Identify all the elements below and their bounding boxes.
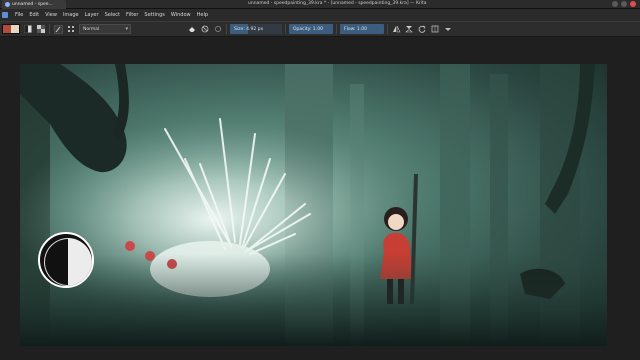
mirror-vertical-icon[interactable] [404, 24, 414, 34]
brush-size-slider[interactable]: Size: 4.92 px [230, 24, 282, 34]
menu-image[interactable]: Image [60, 12, 82, 18]
title-bar: unnamed - spee... unnamed - speedpaintin… [0, 0, 640, 9]
menu-help[interactable]: Help [194, 12, 211, 18]
tool-options-bar: Normal Size: 4.92 px Opacity: 1.00 Flow:… [0, 21, 640, 37]
krita-logo-icon [2, 12, 8, 18]
more-options-icon[interactable] [443, 24, 453, 34]
menu-window[interactable]: Window [168, 12, 194, 18]
krita-window: unnamed - spee... unnamed - speedpaintin… [0, 0, 640, 360]
toolbar-separator [387, 24, 388, 34]
flow-slider[interactable]: Flow: 1.00 [340, 24, 384, 34]
brush-color-indicator[interactable] [38, 232, 94, 288]
window-controls [612, 1, 636, 7]
reload-icon[interactable] [417, 24, 427, 34]
toolbar-separator [336, 24, 337, 34]
maximize-button[interactable] [621, 1, 627, 7]
forest-painting-image [20, 64, 607, 346]
toolbar-separator [49, 24, 50, 34]
preserve-alpha-icon[interactable] [213, 24, 223, 34]
menu-view[interactable]: View [42, 12, 60, 18]
color-indicator-dark-half [44, 238, 68, 286]
brush-settings-icon[interactable] [66, 24, 76, 34]
opacity-label: Opacity: 1.00 [293, 26, 323, 32]
menu-edit[interactable]: Edit [26, 12, 42, 18]
window-tab[interactable]: unnamed - spee... [2, 0, 66, 9]
brush-size-label: Size: 4.92 px [234, 26, 264, 32]
close-button[interactable] [630, 1, 636, 7]
toolbar-separator [285, 24, 286, 34]
alpha-lock-icon[interactable] [200, 24, 210, 34]
eraser-icon[interactable] [187, 24, 197, 34]
painting-canvas[interactable] [20, 64, 607, 346]
opacity-slider[interactable]: Opacity: 1.00 [289, 24, 333, 34]
fg-bg-color-swatch[interactable] [2, 24, 20, 34]
canvas-area[interactable] [0, 37, 640, 360]
mirror-icon[interactable] [391, 24, 401, 34]
window-tab-label: unnamed - spee... [12, 2, 53, 7]
blend-mode-select[interactable]: Normal [79, 24, 131, 34]
menu-layer[interactable]: Layer [82, 12, 102, 18]
gradient-icon[interactable] [23, 24, 33, 34]
window-title: unnamed - speedpainting_39.kra * - [unna… [248, 1, 427, 6]
menu-filter[interactable]: Filter [123, 12, 141, 18]
menu-settings[interactable]: Settings [141, 12, 168, 18]
menu-file[interactable]: File [12, 12, 26, 18]
brush-preset-icon[interactable] [53, 24, 63, 34]
app-icon [5, 2, 10, 7]
flow-label: Flow: 1.00 [344, 26, 367, 32]
menu-bar: File Edit View Image Layer Select Filter… [0, 9, 640, 21]
toolbar-separator [226, 24, 227, 34]
pattern-icon[interactable] [36, 24, 46, 34]
minimize-button[interactable] [612, 1, 618, 7]
menu-select[interactable]: Select [102, 12, 123, 18]
wrap-icon[interactable] [430, 24, 440, 34]
